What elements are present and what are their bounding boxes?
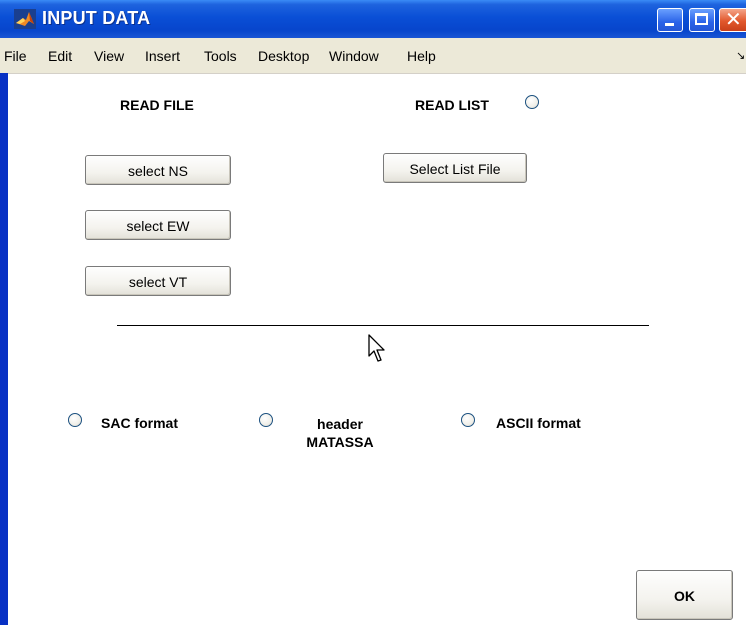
window-title: INPUT DATA (42, 8, 151, 28)
header-matassa-radio[interactable] (259, 413, 273, 427)
ok-button[interactable]: OK (636, 570, 733, 620)
select-ew-button[interactable]: select EW (85, 210, 231, 240)
close-icon: ✕ (725, 9, 742, 31)
header-matassa-label[interactable]: header MATASSA (296, 415, 384, 451)
ascii-format-label[interactable]: ASCII format (496, 415, 581, 431)
read-file-heading: READ FILE (120, 97, 194, 113)
minimize-icon (665, 23, 674, 26)
mouse-pointer-icon (368, 334, 385, 362)
input-data-window: INPUT DATA ✕ File Edit View Insert Tools… (0, 0, 746, 625)
title-bar[interactable]: INPUT DATA ✕ (0, 0, 746, 38)
ascii-format-radio[interactable] (461, 413, 475, 427)
menu-tools[interactable]: Tools (204, 48, 237, 64)
overflow-arrow-icon[interactable]: ↘ (736, 49, 745, 62)
menu-help[interactable]: Help (407, 48, 436, 64)
sac-format-radio[interactable] (68, 413, 82, 427)
menu-insert[interactable]: Insert (145, 48, 180, 64)
read-list-radio[interactable] (525, 95, 539, 109)
sac-format-label[interactable]: SAC format (101, 415, 178, 431)
menu-bar: File Edit View Insert Tools Desktop Wind… (0, 38, 746, 74)
window-left-border (0, 73, 8, 625)
menu-desktop[interactable]: Desktop (258, 48, 309, 64)
minimize-button[interactable] (657, 8, 683, 32)
section-divider (117, 325, 649, 326)
menu-file[interactable]: File (4, 48, 27, 64)
menu-view[interactable]: View (94, 48, 124, 64)
close-button[interactable]: ✕ (719, 8, 746, 32)
maximize-icon (695, 13, 708, 25)
matlab-logo-icon (14, 9, 36, 29)
menu-edit[interactable]: Edit (48, 48, 72, 64)
read-list-heading: READ LIST (415, 97, 489, 113)
select-list-file-button[interactable]: Select List File (383, 153, 527, 183)
select-ns-button[interactable]: select NS (85, 155, 231, 185)
select-vt-button[interactable]: select VT (85, 266, 231, 296)
menu-window[interactable]: Window (329, 48, 379, 64)
maximize-button[interactable] (689, 8, 715, 32)
